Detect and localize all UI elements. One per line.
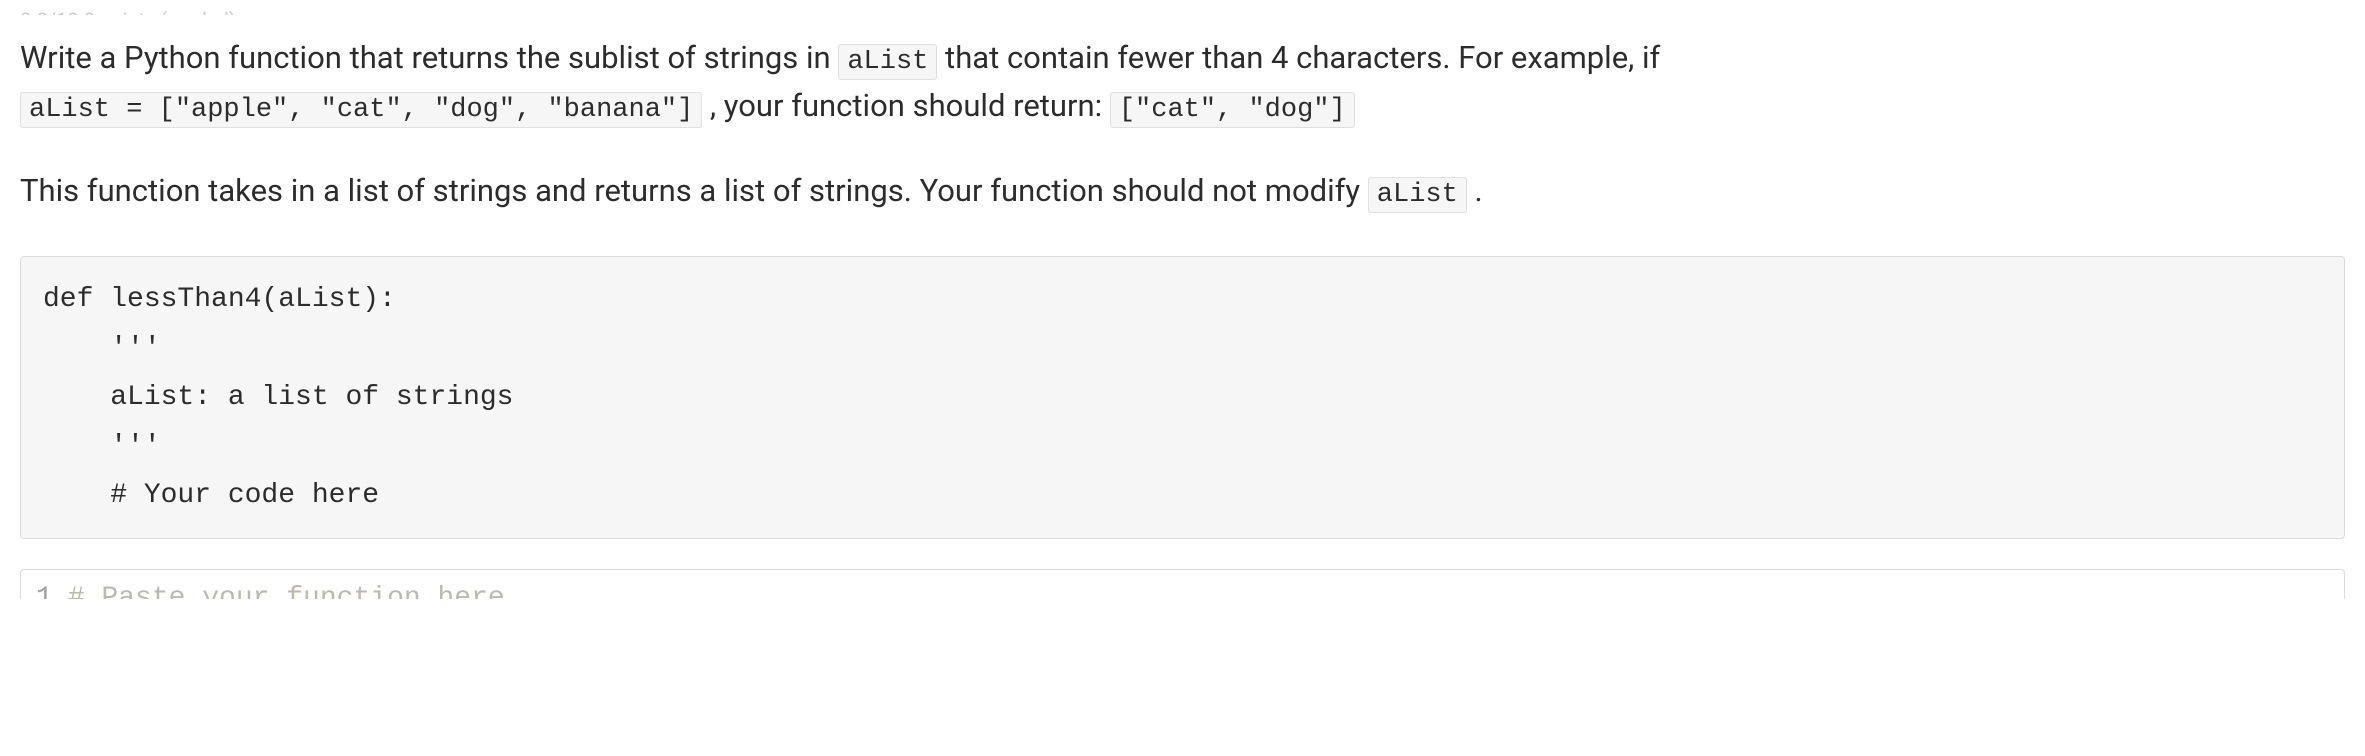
problem-description-2: This function takes in a list of strings… (20, 168, 2345, 216)
code-editor[interactable]: 1# Paste your function here (20, 569, 2345, 599)
inline-code-alist-2: aList (1368, 177, 1467, 213)
inline-code-alist: aList (838, 44, 937, 80)
problem-description-1: Write a Python function that returns the… (20, 35, 2345, 130)
editor-line-number: 1 (36, 578, 68, 599)
text-segment: This function takes in a list of strings… (20, 172, 1368, 209)
text-segment: . (1467, 172, 1483, 209)
function-stub-code-block: def lessThan4(aList): ''' aList: a list … (20, 256, 2345, 539)
text-segment: , your function should return: (702, 87, 1110, 124)
text-segment: that contain fewer than 4 characters. Fo… (937, 39, 1660, 76)
points-header: 0.0/10.0 points (graded) (20, 5, 2345, 15)
inline-code-example-output: ["cat", "dog"] (1110, 92, 1355, 128)
editor-comment-text: # Paste your function here (68, 583, 505, 599)
text-segment: Write a Python function that returns the… (20, 39, 838, 76)
inline-code-example-input: aList = ["apple", "cat", "dog", "banana"… (20, 92, 702, 128)
